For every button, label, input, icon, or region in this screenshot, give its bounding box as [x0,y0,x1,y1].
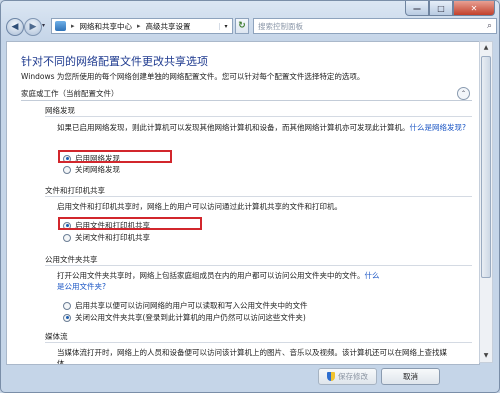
radio-button[interactable] [63,233,71,242]
breadcrumb-network-center[interactable]: 网络和共享中心 [77,21,136,32]
control-panel-window: — □ ✕ ◀ ▶ ▾ ▸ 网络和共享中心 ▸ 高级共享设置 ▾ ↻ 搜索控制面… [0,0,500,393]
control-panel-icon [55,21,66,31]
radio-button-checked[interactable] [63,313,71,322]
radio-label: 启用共享以便可以访问网络的用户可以读取和写入公用文件夹中的文件 [75,301,308,310]
section-title-file-printer-sharing: 文件和打印机共享 [45,186,105,195]
radio-label: 关闭文件和打印机共享 [75,233,150,242]
search-placeholder: 搜索控制面板 [258,21,303,31]
save-changes-button[interactable]: 保存修改 [318,368,377,385]
page-description: Windows 为您所使用的每个网络创建单独的网络配置文件。您可以针对每个配置文… [21,72,365,81]
radio-disable-public-folder-sharing[interactable]: 关闭公用文件夹共享(登录到此计算机的用户仍然可以访问这些文件夹) [63,312,306,323]
section-title-media-streaming: 媒体流 [45,332,68,341]
network-discovery-description: 如果已启用网络发现，则此计算机可以发现其他网络计算机和设备，而其他网络计算机亦可… [57,123,467,134]
collapse-icon[interactable]: ⌃ [457,87,470,100]
section-divider [45,342,472,343]
radio-label: 关闭网络发现 [75,165,120,174]
breadcrumb-advanced-sharing[interactable]: 高级共享设置 [143,21,194,32]
uac-shield-icon [327,372,335,381]
file-printer-sharing-description: 启用文件和打印机共享时，网络上的用户可以访问通过此计算机共享的文件和打印机。 [57,202,342,211]
title-bar: — □ ✕ [1,1,499,17]
section-divider [45,196,472,197]
network-discovery-text: 如果已启用网络发现，则此计算机可以发现其他网络计算机和设备，而其他网络计算机亦可… [57,123,410,132]
radio-button[interactable] [63,165,71,174]
section-title-network-discovery: 网络发现 [45,106,75,115]
public-folder-help-link-part2[interactable]: 是公用文件夹? [57,282,106,291]
highlight-box [58,150,172,163]
search-input[interactable]: 搜索控制面板 ⌕ [253,18,497,34]
address-bar[interactable]: ▸ 网络和共享中心 ▸ 高级共享设置 ▾ [51,18,233,34]
footer-bar: 保存修改 取消 [1,364,499,392]
radio-enable-public-folder-sharing[interactable]: 启用共享以便可以访问网络的用户可以读取和写入公用文件夹中的文件 [63,300,308,311]
section-title-public-folder-sharing: 公用文件夹共享 [45,255,98,264]
scroll-down-icon[interactable]: ▼ [480,350,492,362]
section-divider [45,265,472,266]
profile-label: 家庭或工作（当前配置文件） [21,89,119,98]
media-streaming-description: 当媒体流打开时，网络上的人员和设备便可以访问该计算机上的图片、音乐以及视频。该计… [57,348,447,365]
settings-content: 针对不同的网络配置文件更改共享选项 Windows 为您所使用的每个网络创建单独… [6,41,480,365]
network-discovery-help-link[interactable]: 什么是网络发现? [410,123,466,132]
cancel-button[interactable]: 取消 [381,368,440,385]
forward-button[interactable]: ▶ [24,18,42,36]
refresh-button[interactable]: ↻ [235,18,249,34]
search-icon[interactable]: ⌕ [487,21,492,31]
back-button[interactable]: ◀ [6,18,24,36]
scrollbar-thumb[interactable] [481,56,491,278]
radio-button[interactable] [63,301,71,310]
maximize-button[interactable]: □ [429,1,453,16]
navigation-bar: ◀ ▶ ▾ ▸ 网络和共享中心 ▸ 高级共享设置 ▾ ↻ 搜索控制面板 ⌕ [1,17,499,37]
radio-label: 关闭公用文件夹共享(登录到此计算机的用户仍然可以访问这些文件夹) [75,313,306,322]
save-label: 保存修改 [338,372,368,381]
vertical-scrollbar[interactable]: ▲ ▼ [479,41,493,363]
recent-pages-dropdown[interactable]: ▾ [42,22,45,29]
chevron-right-icon: ▸ [71,22,75,30]
close-button[interactable]: ✕ [453,1,495,16]
page-title: 针对不同的网络配置文件更改共享选项 [21,55,208,68]
radio-disable-file-printer-sharing[interactable]: 关闭文件和打印机共享 [63,232,150,243]
window-controls: — □ ✕ [405,1,495,16]
highlight-box [58,217,202,230]
public-folder-help-link-part1[interactable]: 什么 [365,271,380,280]
address-dropdown-icon[interactable]: ▾ [219,22,232,30]
public-folder-sharing-description: 打开公用文件夹共享时，网络上包括家庭组成员在内的用户都可以访问公用文件夹中的文件… [57,271,472,292]
section-divider [45,116,472,117]
profile-header[interactable]: 家庭或工作（当前配置文件） ⌃ [21,87,472,101]
scroll-up-icon[interactable]: ▲ [480,42,492,54]
minimize-button[interactable]: — [405,1,429,16]
public-folder-text: 打开公用文件夹共享时，网络上包括家庭组成员在内的用户都可以访问公用文件夹中的文件… [57,271,365,280]
radio-disable-network-discovery[interactable]: 关闭网络发现 [63,164,120,175]
chevron-right-icon: ▸ [137,22,141,30]
